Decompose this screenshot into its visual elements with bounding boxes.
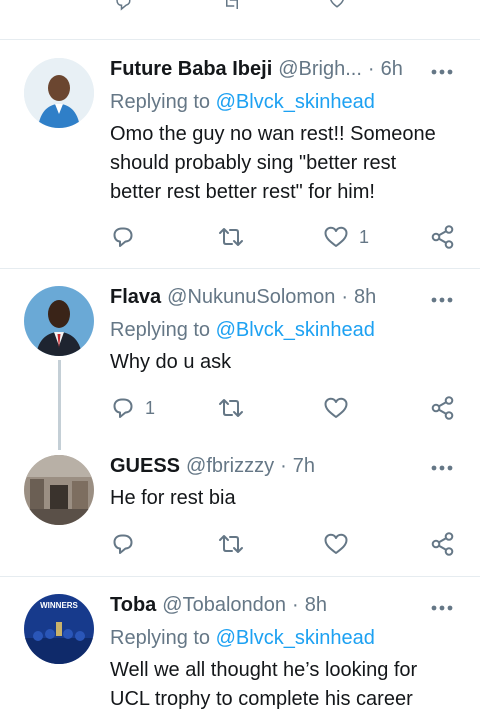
tweet-header: Future Baba Ibeji @Brigh... · 6h (110, 58, 403, 86)
timestamp[interactable]: 6h (381, 58, 403, 81)
timestamp[interactable]: 8h (305, 594, 327, 617)
tweet-header: Toba @Tobalondon · 8h (110, 594, 327, 622)
tweet-actions: 1 (0, 222, 480, 252)
tweet-text-line: Omo the guy no wan rest!! Someone (110, 123, 436, 145)
replying-to: Replying to @Blvck_skinhead (110, 91, 375, 114)
reply-icon (113, 227, 133, 247)
share-icon (431, 225, 454, 249)
tweet-text: Why do u ask (110, 348, 460, 377)
winners-banner: WINNERS (40, 601, 78, 610)
replying-to: Replying to @Blvck_skinhead (110, 627, 375, 650)
tweet-flava[interactable]: Flava @NukunuSolomon · 8h Replying to @B… (0, 270, 480, 450)
tweet-text-line: should probably sing "better rest (110, 152, 397, 174)
share-button[interactable] (430, 393, 456, 423)
separator-dot: · (292, 594, 299, 616)
display-name[interactable]: Future Baba Ibeji (110, 58, 272, 81)
more-options-icon[interactable] (430, 464, 454, 472)
reply-count: 1 (145, 397, 156, 418)
separator-dot: · (341, 286, 349, 308)
display-name[interactable]: Flava (110, 286, 161, 309)
display-name[interactable]: GUESS (110, 455, 180, 478)
separator-dot: · (367, 58, 375, 80)
like-count: 1 (359, 226, 370, 247)
retweet-icon (219, 399, 243, 417)
tweet-text: Omo the guy no wan rest!! Someone should… (110, 120, 460, 207)
display-name[interactable]: Toba (110, 594, 156, 617)
share-icon (431, 396, 454, 420)
reply-button[interactable] (111, 529, 135, 559)
username[interactable]: @fbrizzzy (186, 455, 274, 478)
username[interactable]: @Tobalondon (162, 594, 286, 617)
tweet-text-line: better rest better rest" for him! (110, 181, 375, 203)
tweet-header: GUESS @fbrizzzy · 7h (110, 455, 315, 483)
mention-link[interactable]: @Blvck_skinhead (216, 627, 375, 649)
more-options-icon[interactable] (430, 296, 454, 304)
like-button[interactable]: 1 (323, 222, 369, 252)
retweet-button[interactable] (218, 529, 244, 559)
tweet-text-line: Why do u ask (110, 351, 232, 373)
tweet-future-baba-ibeji[interactable]: Future Baba Ibeji @Brigh... · 6h Replyin… (0, 40, 480, 269)
tweet-text: He for rest bia (110, 484, 460, 513)
retweet-icon[interactable] (221, 0, 243, 12)
reply-icon (113, 398, 133, 418)
reply-button[interactable] (111, 222, 135, 252)
reply-button[interactable]: 1 (111, 393, 155, 423)
heart-icon (324, 226, 348, 247)
retweet-button[interactable] (218, 393, 244, 423)
replying-to-label: Replying to (110, 627, 211, 649)
retweet-button[interactable] (218, 222, 244, 252)
retweet-icon (219, 228, 243, 246)
avatar[interactable] (24, 58, 94, 128)
replying-to-label: Replying to (110, 91, 211, 113)
avatar[interactable] (24, 286, 94, 356)
tweet-toba[interactable]: WINNERS Toba @Tobalondon · 8h Replying t… (0, 578, 480, 720)
reply-icon[interactable] (112, 0, 134, 12)
share-icon (431, 532, 454, 556)
heart-icon (324, 533, 348, 554)
share-button[interactable] (430, 222, 456, 252)
tweet-actions: 1 (0, 393, 480, 423)
share-icon[interactable] (432, 0, 454, 12)
more-options-icon[interactable] (430, 68, 454, 76)
username[interactable]: @Brigh... (278, 58, 362, 81)
retweet-icon (219, 535, 243, 553)
timestamp[interactable]: 8h (354, 286, 376, 309)
tweet-text-line: He for rest bia (110, 487, 236, 509)
tweet-actions (0, 529, 480, 559)
separator-dot: · (280, 455, 287, 477)
like-button[interactable] (323, 393, 349, 423)
tweet-text-line: Well we all thought he’s looking for (110, 659, 418, 681)
share-button[interactable] (430, 529, 456, 559)
more-options-icon[interactable] (430, 604, 454, 612)
tweet-header: Flava @NukunuSolomon · 8h (110, 286, 376, 314)
username[interactable]: @NukunuSolomon (167, 286, 335, 309)
mention-link[interactable]: @Blvck_skinhead (216, 319, 375, 341)
timestamp[interactable]: 7h (293, 455, 315, 478)
mention-link[interactable]: @Blvck_skinhead (216, 91, 375, 113)
tweet-text-line: UCL trophy to complete his career (110, 688, 413, 710)
tweet-guess[interactable]: GUESS @fbrizzzy · 7h He for rest bia (0, 450, 480, 577)
tweet-text: Well we all thought he’s looking for UCL… (110, 656, 460, 714)
previous-tweet-action-bar (0, 0, 480, 40)
avatar[interactable] (24, 455, 94, 525)
reply-icon (113, 534, 133, 554)
heart-icon (324, 397, 348, 418)
like-icon[interactable] (326, 0, 348, 12)
replying-to: Replying to @Blvck_skinhead (110, 319, 375, 342)
like-button[interactable] (323, 529, 349, 559)
replying-to-label: Replying to (110, 319, 211, 341)
avatar[interactable]: WINNERS (24, 594, 94, 664)
